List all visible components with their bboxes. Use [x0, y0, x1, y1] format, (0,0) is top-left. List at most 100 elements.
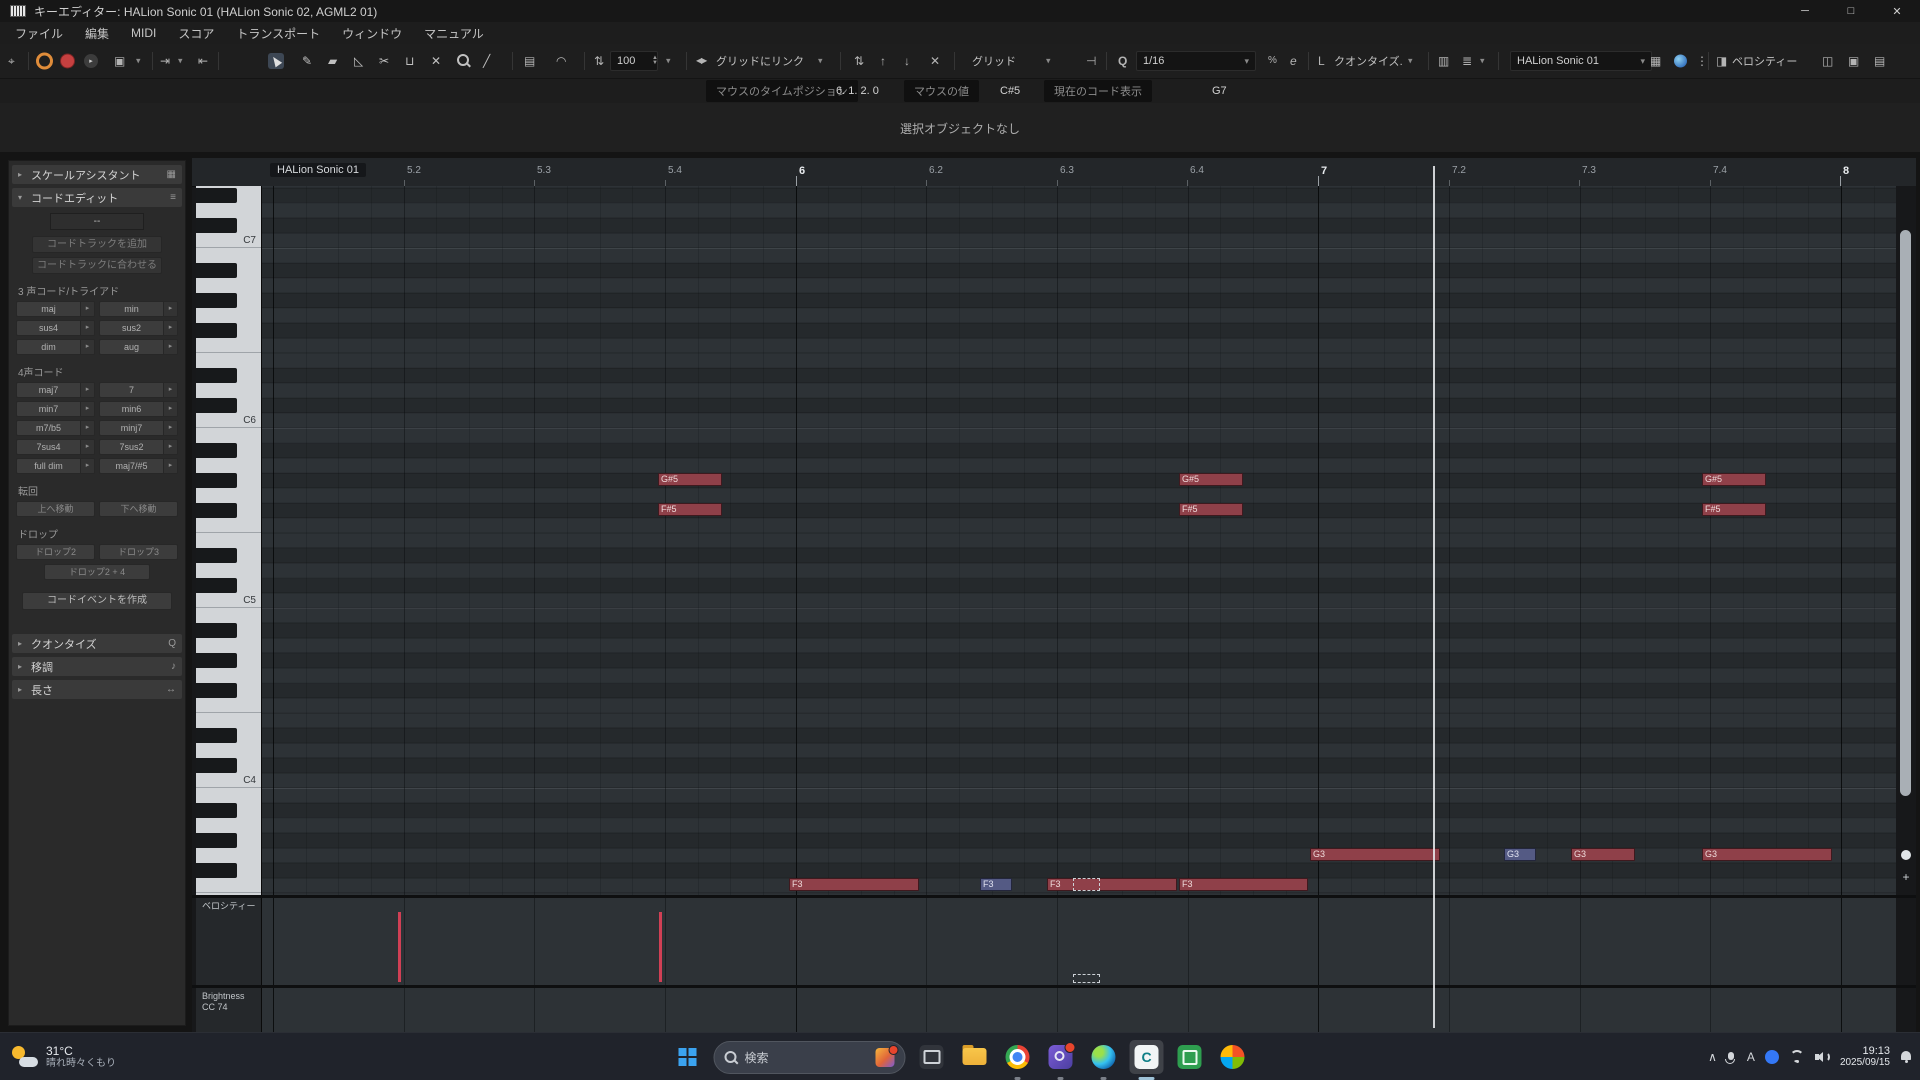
taskbar-search[interactable]: 検索 [713, 1040, 906, 1074]
section-quantize[interactable]: ▸ クオンタイズ Q [12, 634, 182, 653]
weather-widget[interactable]: 31°C 晴れ時々くもり [10, 1044, 116, 1070]
mute-tool[interactable]: ✕ [427, 52, 445, 70]
black-key[interactable] [196, 682, 237, 698]
chord-button-----[interactable]: 上へ移動 [16, 501, 95, 517]
chord-button-----2[interactable]: ドロップ2 [16, 544, 95, 560]
split-tool[interactable]: ✂ [375, 52, 393, 70]
black-key[interactable] [196, 322, 237, 338]
object-selection-tool[interactable] [268, 53, 284, 69]
black-key[interactable] [196, 652, 237, 668]
curve-icon[interactable]: ◠ [556, 55, 566, 67]
ime-indicator[interactable]: A [1747, 1050, 1755, 1064]
black-key[interactable] [196, 442, 237, 458]
chevron-down-icon[interactable]: ▾ [136, 56, 141, 67]
chord-button-minj7[interactable]: minj7 ▸ [99, 420, 178, 436]
chord-button-dim[interactable]: dim ▸ [16, 339, 95, 355]
chord-button-7[interactable]: 7 ▸ [99, 382, 178, 398]
note-grid[interactable]: G#5 F#5 G#5 F#5 G#5 F#5 G3 G3 G3 G3 F3 F3 F3 F3 [262, 186, 1896, 895]
midi-note-fs5[interactable]: F#5 [1179, 503, 1243, 516]
midi-note-g3[interactable]: G3 [1310, 848, 1440, 861]
black-key[interactable] [196, 727, 237, 743]
ruler-scale[interactable]: 5.2 5.3 5.4 6 6.2 6.3 6.4 7 7.2 7.3 7.4 8 [262, 158, 1896, 186]
chord-button-full-dim[interactable]: full dim ▸ [16, 458, 95, 474]
menu-item-4[interactable]: トランスポート [225, 25, 331, 42]
black-key[interactable] [196, 547, 237, 563]
line-tool[interactable]: ╱ [479, 52, 494, 70]
app-edge[interactable] [1087, 1040, 1121, 1080]
ruler[interactable]: 5.2 5.3 5.4 6 6.2 6.3 6.4 7 7.2 7.3 7.4 8 HALion So… [192, 158, 1916, 187]
close-button[interactable]: ✕ [1874, 0, 1920, 22]
piano-keyboard[interactable]: C7 C6 C5 C4 [196, 186, 262, 895]
event-colors-icon[interactable]: ◨ [1716, 55, 1727, 67]
midi-note-f3[interactable]: F3 [789, 878, 919, 891]
pin-icon[interactable]: ⌖ [8, 55, 15, 67]
grid-type-dropdown[interactable]: グリッド [972, 53, 1016, 69]
black-key[interactable] [196, 397, 237, 413]
blue-app-tray-icon[interactable] [1764, 1050, 1779, 1064]
zoom-dot-icon[interactable] [1901, 850, 1911, 860]
app-purple-notification[interactable] [1044, 1040, 1078, 1080]
globe-icon[interactable] [1674, 54, 1687, 68]
chevron-down-icon[interactable]: ▾ [1046, 56, 1051, 67]
black-key[interactable] [196, 622, 237, 638]
app-file-explorer[interactable] [958, 1040, 992, 1074]
window-layout-icon-3[interactable]: ▤ [1874, 55, 1885, 67]
midi-note-gs5[interactable]: G#5 [1179, 473, 1243, 486]
black-key[interactable] [196, 802, 237, 818]
chord-button-7sus2[interactable]: 7sus2 ▸ [99, 439, 178, 455]
wifi-icon[interactable] [1789, 1051, 1805, 1064]
window-layout-icon-2[interactable]: ▣ [1848, 55, 1859, 67]
part-selector-dropdown[interactable]: HALion Sonic 01 ▾ [1510, 51, 1652, 71]
midi-note-g3[interactable]: G3 [1702, 848, 1832, 861]
quantize-panel-icon[interactable]: e [1290, 55, 1297, 67]
match-chord-track-button[interactable]: コードトラックに合わせる [32, 257, 162, 274]
grid-overlay-icon[interactable]: ▦ [1650, 55, 1661, 67]
more-options-icon[interactable]: ⋮ [1696, 55, 1708, 67]
transpose-up-icon[interactable]: ↑ [880, 55, 886, 67]
cc-grid[interactable] [262, 988, 1896, 1032]
chevron-down-icon[interactable]: ▾ [666, 56, 671, 67]
acoustic-feedback-button[interactable]: ▸ [84, 54, 98, 68]
chevron-down-icon[interactable]: ▾ [178, 56, 183, 67]
menu-item-2[interactable]: MIDI [120, 26, 167, 40]
menu-item-6[interactable]: マニュアル [413, 25, 495, 42]
draw-tool[interactable]: ✎ [298, 52, 316, 70]
keyboard-display-icon[interactable]: ▤ [524, 55, 535, 67]
midi-note-fs5[interactable]: F#5 [1702, 503, 1766, 516]
trim-tool[interactable]: ◺ [350, 52, 367, 70]
length-quantize-icon[interactable]: L [1318, 55, 1325, 67]
microphone-icon[interactable] [1724, 1051, 1735, 1064]
chord-button-----3[interactable]: ドロップ3 [99, 544, 178, 560]
midi-note-g3[interactable]: G3 [1571, 848, 1635, 861]
velocity-diamond-icon[interactable]: ⇅ [594, 55, 604, 67]
autoscroll-page-icon[interactable]: ⇤ [198, 55, 208, 67]
menu-item-0[interactable]: ファイル [4, 25, 74, 42]
section-transpose[interactable]: ▸ 移調 ♪ [12, 657, 182, 676]
menu-item-5[interactable]: ウィンドウ [331, 25, 413, 42]
midi-note-gs5[interactable]: G#5 [658, 473, 722, 486]
black-key[interactable] [196, 262, 237, 278]
menu-item-3[interactable]: スコア [167, 25, 225, 42]
app-chrome[interactable] [1001, 1040, 1035, 1080]
midi-note-f3[interactable]: F3 [1179, 878, 1308, 891]
midi-note-gs5[interactable]: G#5 [1702, 473, 1766, 486]
midi-note-f3[interactable]: F3 [1047, 878, 1177, 891]
nudge-icon[interactable]: ⇅ [854, 55, 864, 67]
app-cubase-active[interactable]: C [1129, 1040, 1164, 1080]
erase-tool[interactable]: ▰ [324, 52, 341, 70]
speaker-icon[interactable] [1814, 1051, 1830, 1063]
velocity-bar[interactable] [659, 912, 662, 982]
black-key[interactable] [196, 832, 237, 848]
tray-chevron-icon[interactable]: ∧ [1708, 1050, 1717, 1064]
black-key[interactable] [196, 862, 237, 878]
insert-mode-icon[interactable]: ▥ [1438, 55, 1449, 67]
autoscroll-icon[interactable]: ⇥ [160, 55, 170, 67]
black-key[interactable] [196, 187, 237, 203]
start-button[interactable] [671, 1040, 705, 1074]
black-key[interactable] [196, 577, 237, 593]
solo-editor-button[interactable] [36, 52, 53, 70]
project-cursor[interactable] [1433, 166, 1435, 1028]
section-scale-assistant[interactable]: ▸ スケールアシスタント ▦ [12, 165, 182, 184]
black-key[interactable] [196, 292, 237, 308]
app-green-cube[interactable] [1173, 1040, 1207, 1074]
